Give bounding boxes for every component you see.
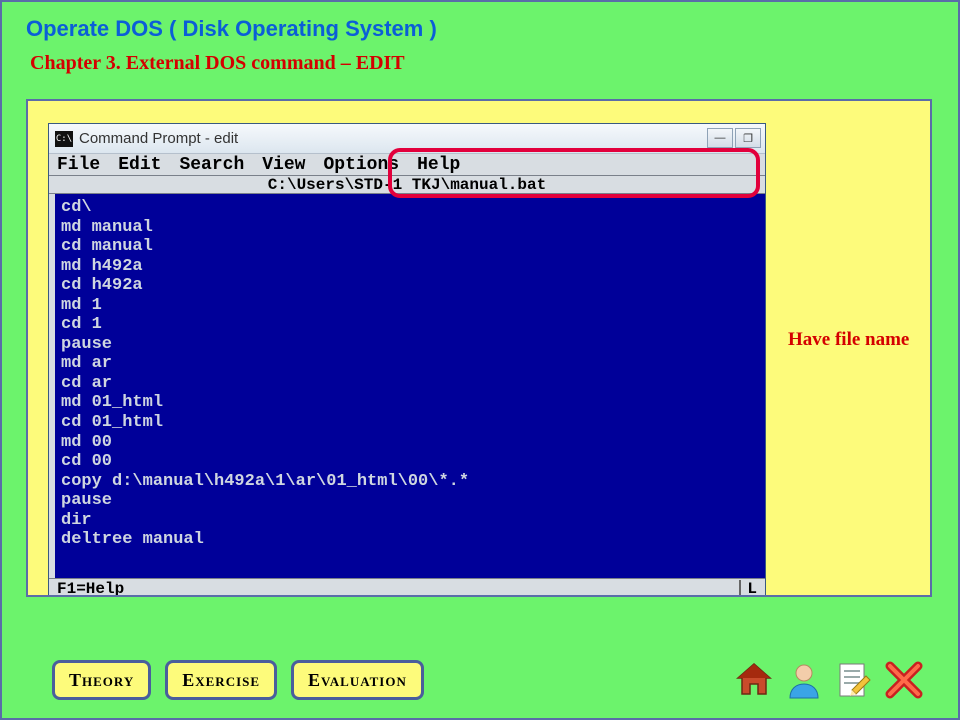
command-prompt-window: C:\ Command Prompt - edit — ❐ File Edit … [48,123,766,597]
menu-view[interactable]: View [262,155,305,175]
exercise-button[interactable]: Exercise [165,660,277,700]
action-icons [734,660,924,700]
status-right: L [739,580,757,598]
theory-button[interactable]: Theory [52,660,151,700]
menu-help[interactable]: Help [417,155,460,175]
content-panel: C:\ Command Prompt - edit — ❐ File Edit … [26,99,932,597]
menu-options[interactable]: Options [323,155,399,175]
home-icon[interactable] [734,660,774,700]
close-icon[interactable] [884,660,924,700]
window-controls: — ❐ [707,128,761,148]
menu-search[interactable]: Search [179,155,244,175]
user-icon[interactable] [784,660,824,700]
minimize-button[interactable]: — [707,128,733,148]
page-title: Operate DOS ( Disk Operating System ) [26,16,934,42]
window-title-text: Command Prompt - edit [79,130,238,147]
edit-statusbar: F1=Help L [49,578,765,597]
menu-edit[interactable]: Edit [118,155,161,175]
maximize-button[interactable]: ❐ [735,128,761,148]
edit-menubar: File Edit Search View Options Help [49,154,765,176]
evaluation-button[interactable]: Evaluation [291,660,424,700]
nav-buttons: Theory Exercise Evaluation [52,660,424,700]
slide-frame: Operate DOS ( Disk Operating System ) Ch… [0,0,960,720]
cmd-sys-icon: C:\ [55,131,73,147]
edit-note-icon[interactable] [834,660,874,700]
annotation-text: Have file name [788,327,918,354]
edit-text-area[interactable]: cd\ md manual cd manual md h492a cd h492… [49,194,765,578]
menu-file[interactable]: File [57,155,100,175]
window-titlebar: C:\ Command Prompt - edit — ❐ [49,124,765,154]
edit-file-path: C:\Users\STD-1 TKJ\manual.bat [49,176,765,194]
page-chapter: Chapter 3. External DOS command – EDIT [30,52,934,75]
status-help-hint: F1=Help [57,580,124,598]
